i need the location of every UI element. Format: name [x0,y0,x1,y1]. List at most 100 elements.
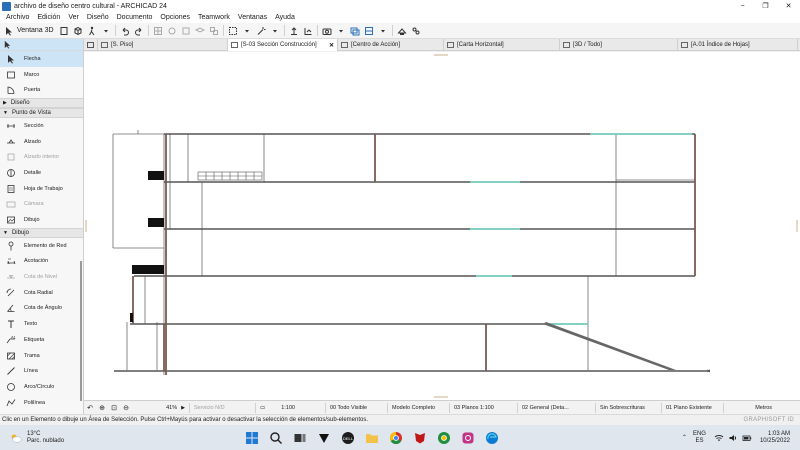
menu-item-teamwork[interactable]: Teamwork [194,14,234,21]
layer-combo-field[interactable]: 00 Todo Visible [326,402,388,413]
trace-icon[interactable] [180,25,192,37]
model-view-field[interactable]: Modelo Completo [388,402,450,413]
scale-field[interactable]: ▭ 1:100 [256,402,326,413]
menu-item-diseño[interactable]: Diseño [83,14,113,21]
magic-wand-icon[interactable] [255,25,267,37]
undo-zoom-icon[interactable]: ↶ [85,403,95,413]
chevron-up-icon[interactable]: ⌃ [682,434,687,441]
volume-icon[interactable] [728,433,738,443]
publish-icon[interactable] [396,25,408,37]
marquee-select-icon[interactable] [227,25,239,37]
menu-item-documento[interactable]: Documento [113,14,157,21]
windows-start-icon[interactable] [242,428,262,448]
archicad-app-icon[interactable] [314,428,334,448]
toolbox-group-2[interactable]: ▼ Dibujo [0,227,83,238]
menu-item-ayuda[interactable]: Ayuda [271,14,299,21]
renovation-field[interactable]: 01 Plano Existente [662,402,724,413]
tab-2[interactable]: [Centro de Acción] [338,39,444,51]
teamwork-icon[interactable] [410,25,422,37]
tool-alzado[interactable]: Alzado [0,134,83,150]
tool-cota-de-ángulo[interactable]: Cota de Ángulo [0,301,83,317]
cube-icon[interactable] [72,25,84,37]
menu-item-edición[interactable]: Edición [33,14,64,21]
elevation-toggle-icon[interactable] [288,25,300,37]
maximize-button[interactable]: ❐ [754,0,777,12]
tool-cámara[interactable]: Cámara [0,197,83,213]
tool-elemento-de-red[interactable]: Elemento de Red [0,238,83,254]
edge-icon[interactable] [482,428,502,448]
render-icon[interactable] [349,25,361,37]
dropdown-arrow-icon[interactable] [241,25,253,37]
tool-polilínea[interactable]: Polilínea [0,395,83,411]
walk-icon[interactable] [86,25,98,37]
tab-5[interactable]: [A.01 Índice de Hojas] [678,39,798,51]
drawing-canvas[interactable]: × [84,52,800,400]
tab-1[interactable]: [S-03 Sección Construcción] ✕ [228,39,338,51]
tab-4[interactable]: [3D / Todo] [560,39,678,51]
zoom-in-icon[interactable]: ⊕ [97,403,107,413]
tool-línea[interactable]: Línea [0,363,83,379]
zoom-fit-icon[interactable]: ⊡ [109,403,119,413]
tool-trama[interactable]: Trama [0,348,83,364]
section-toggle-icon[interactable] [302,25,314,37]
override-field[interactable]: Sin Sobrescrituras [596,402,662,413]
group-icon[interactable] [208,25,220,37]
tool-alzado-interior[interactable]: Alzado interior [0,149,83,165]
grid-snap-icon[interactable] [152,25,164,37]
tab-0[interactable]: [S. Piso] [98,39,228,51]
guide-icon[interactable] [166,25,178,37]
zoom-icon[interactable]: ⊖ [121,403,131,413]
file-explorer-icon[interactable] [362,428,382,448]
toolbox-group-1[interactable]: ▼ Punto de Vista [0,108,83,119]
tool-hoja-de-trabajo[interactable]: Hoja de Trabajo [0,181,83,197]
task-view-icon[interactable] [290,428,310,448]
toolbox-group-0[interactable]: ▶ Diseño [0,98,83,109]
camera-view-icon[interactable] [321,25,333,37]
dell-app-icon[interactable]: DELL [338,428,358,448]
battery-icon[interactable] [742,433,752,443]
floor-plan-icon[interactable] [58,25,70,37]
undo-icon[interactable] [119,25,131,37]
tool-flecha[interactable]: Flecha [0,51,83,67]
clock[interactable]: 1:03 AM 10/25/2022 [760,431,790,445]
tool-puerta[interactable]: Puerta [0,82,83,98]
dropdown-arrow-icon[interactable] [377,25,389,37]
tool-sección[interactable]: Sección [0,118,83,134]
tool-cota-de-nivel[interactable]: Cota de Nivel [0,269,83,285]
menu-item-archivo[interactable]: Archivo [2,14,33,21]
language-indicator[interactable]: ENG ES [693,431,706,445]
wifi-icon[interactable] [714,433,724,443]
weather-widget[interactable]: 13°C Parc. nublado [0,431,90,445]
dropdown-arrow-icon[interactable] [269,25,281,37]
chrome-profile-icon[interactable] [434,428,454,448]
tool-dibujo[interactable]: Dibujo [0,212,83,228]
dropdown-arrow-icon[interactable] [100,25,112,37]
close-button[interactable]: ✕ [777,0,800,12]
chrome-icon[interactable] [386,428,406,448]
tool-texto[interactable]: Texto [0,316,83,332]
menu-item-ventanas[interactable]: Ventanas [234,14,271,21]
tab-3[interactable]: [Carta Horizontal] [444,39,560,51]
tool-etiqueta[interactable]: A1 Etiqueta [0,332,83,348]
tool-cota-radial[interactable]: Cota Radial [0,285,83,301]
menu-item-ver[interactable]: Ver [64,14,83,21]
toolbox-scrollbar[interactable] [80,261,82,401]
menu-item-opciones[interactable]: Opciones [156,14,194,21]
pen-set-field[interactable]: 03 Planos 1:100 [450,402,518,413]
layer-icon[interactable] [194,25,206,37]
dropdown-arrow-icon[interactable] [335,25,347,37]
navigator-icon[interactable] [363,25,375,37]
graphisoft-id-brand[interactable]: GRAPHISOFT ID [744,417,794,423]
zoom-field[interactable]: 41% ▶ [132,402,190,413]
service-field[interactable]: Servicio N/D [190,402,256,413]
select-mode-icon[interactable] [3,25,15,37]
minimize-button[interactable]: − [731,0,754,12]
units-field[interactable]: Metros [724,403,776,413]
tool-acotación[interactable]: Acotación [0,254,83,270]
tab-overview-icon[interactable] [84,39,98,51]
tool-arco-círculo[interactable]: Arco/Círculo [0,379,83,395]
close-tab-icon[interactable]: ✕ [326,42,334,49]
dimension-field[interactable]: 02 General (Deta... [518,402,596,413]
tool-marco[interactable]: Marco [0,67,83,83]
instagram-icon[interactable] [458,428,478,448]
